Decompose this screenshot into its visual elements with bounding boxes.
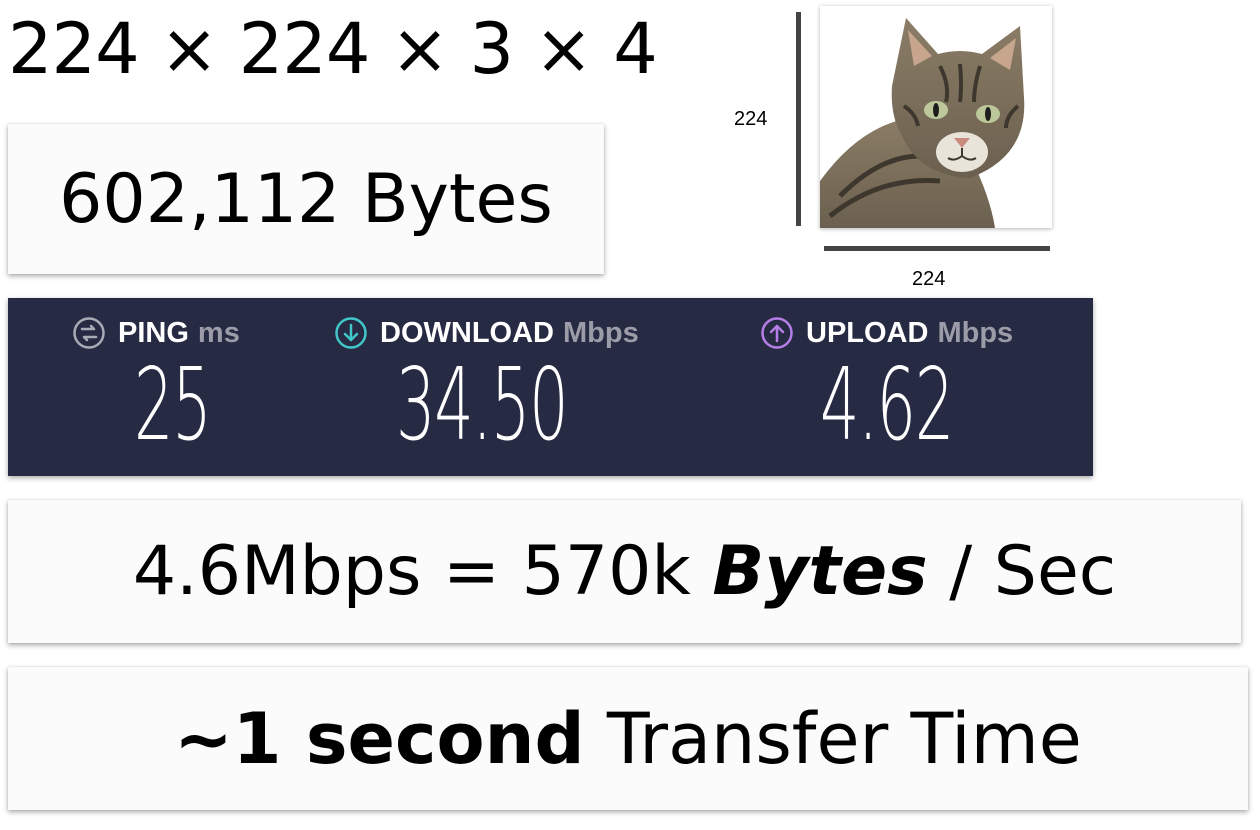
bytes-total-card: 602,112 Bytes <box>8 124 604 274</box>
upload-metric: UPLOAD Mbps 4.62 <box>760 298 1080 476</box>
download-metric: DOWNLOAD Mbps 34.50 <box>334 298 714 476</box>
upload-icon <box>761 317 793 349</box>
download-unit: Mbps <box>562 316 639 349</box>
rate-part2: / Sec <box>927 532 1117 611</box>
width-label: 224 <box>912 268 946 290</box>
transfer-time-card: ~1 second Transfer Time <box>8 667 1248 810</box>
ping-header: PING ms <box>72 316 240 350</box>
width-dimension-line <box>824 246 1050 251</box>
rate-part1: 4.6Mbps = 570k <box>132 532 713 611</box>
bytes-total-text: 602,112 Bytes <box>59 159 553 239</box>
download-value: 34.50 <box>396 346 569 463</box>
cat-image <box>820 6 1052 228</box>
transfer-time-text: ~1 second Transfer Time <box>174 698 1082 780</box>
height-dimension-line <box>796 12 801 226</box>
download-icon <box>335 317 367 349</box>
ping-label: PING <box>118 316 189 349</box>
upload-unit: Mbps <box>937 316 1014 349</box>
rate-text: 4.6Mbps = 570k Bytes / Sec <box>133 532 1116 611</box>
cat-illustration <box>820 18 1025 228</box>
ping-metric: PING ms 25 <box>72 298 332 476</box>
upload-value: 4.62 <box>820 346 954 463</box>
transfer-time-rest: Transfer Time <box>584 697 1082 780</box>
upload-header: UPLOAD Mbps <box>760 316 1013 350</box>
ping-value: 25 <box>134 346 212 463</box>
download-label: DOWNLOAD <box>380 316 554 349</box>
rate-card: 4.6Mbps = 570k Bytes / Sec <box>8 500 1241 643</box>
upload-label: UPLOAD <box>806 316 929 349</box>
download-header: DOWNLOAD Mbps <box>334 316 639 350</box>
ping-unit: ms <box>197 316 240 349</box>
transfer-time-emphasis: ~1 second <box>174 697 585 780</box>
rate-emphasis: Bytes <box>712 532 928 611</box>
height-label: 224 <box>734 108 768 130</box>
speedtest-panel: PING ms 25 DOWNLOAD Mbps 34.50 UPLOAD Mb… <box>8 298 1093 476</box>
size-formula: 224 × 224 × 3 × 4 <box>8 8 658 90</box>
ping-icon <box>73 317 105 349</box>
